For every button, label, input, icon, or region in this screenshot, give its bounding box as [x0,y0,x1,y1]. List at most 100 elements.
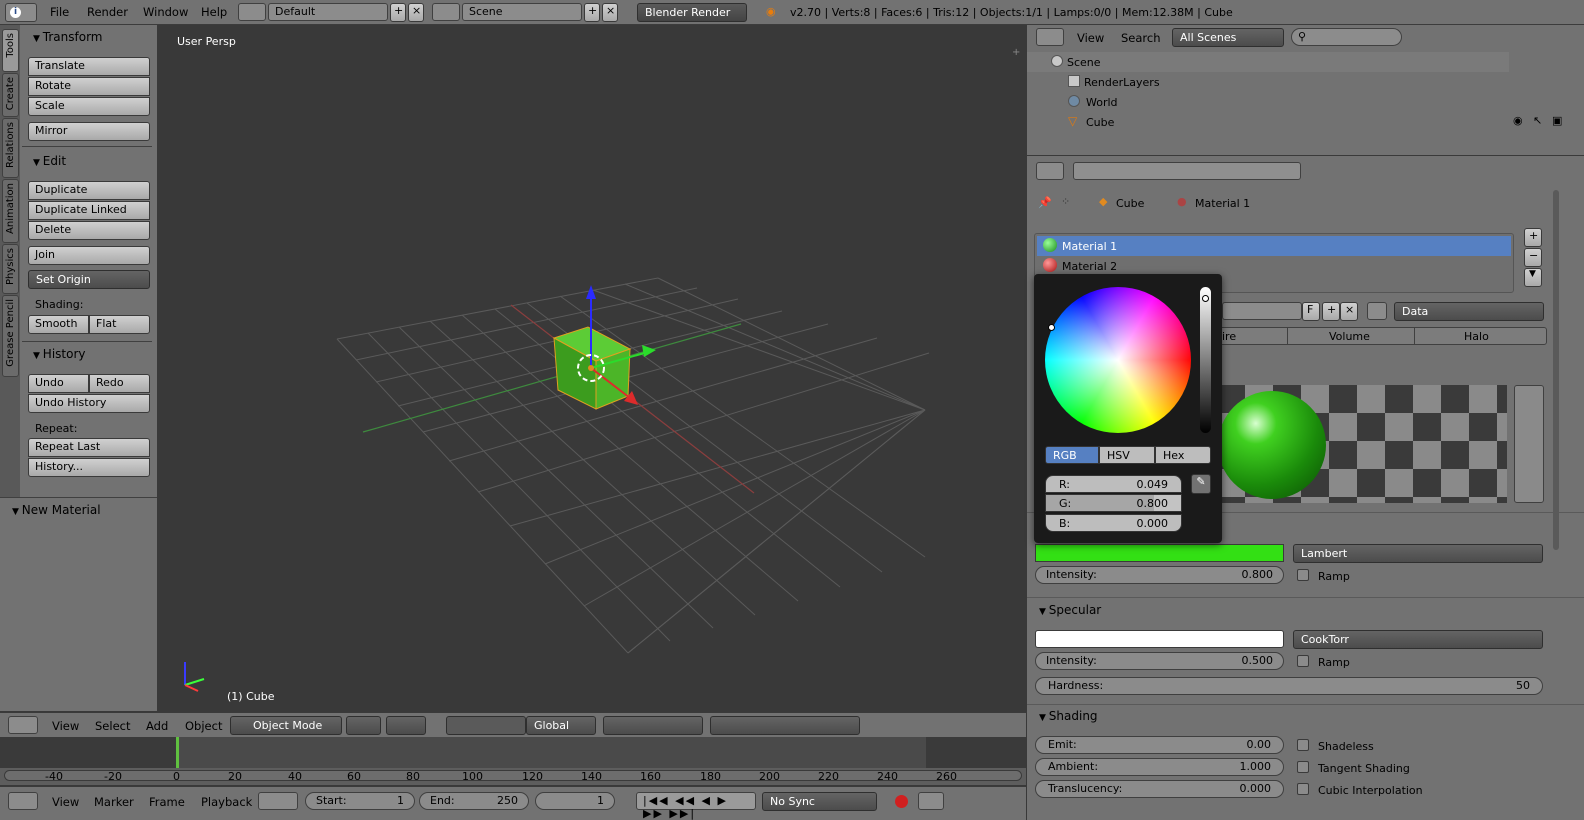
r-slider[interactable]: R: 0.049 [1045,475,1182,493]
editor-type-button[interactable] [8,716,38,734]
browse-button[interactable] [1367,302,1387,320]
breadcrumb-material[interactable]: Material 1 [1195,197,1250,210]
diffuse-color-swatch[interactable] [1035,544,1284,562]
hardness-slider[interactable]: Hardness: 50 [1035,677,1543,695]
outliner-item-world[interactable]: World [1086,96,1118,109]
eyedropper-icon[interactable]: ✎ [1191,474,1211,494]
undo-history-button[interactable]: Undo History [28,394,150,413]
translucency-slider[interactable]: Translucency: 0.000 [1035,780,1284,798]
camera-render-icon[interactable]: ▣ [1552,114,1562,127]
remove-scene-button[interactable]: × [602,3,618,22]
menu-help[interactable]: Help [201,5,227,19]
menu-playback[interactable]: Playback [201,795,252,809]
history-list-button[interactable]: History... [28,458,150,477]
expand-icon[interactable]: + [1012,47,1020,58]
timeline-scrollbar[interactable] [4,770,1022,781]
scrollbar[interactable] [1553,190,1559,550]
snap-controls[interactable] [710,716,860,735]
manipulator-buttons[interactable] [446,716,526,735]
g-slider[interactable]: G: 0.800 [1045,494,1182,512]
smooth-button[interactable]: Smooth [28,315,89,334]
menu-view[interactable]: View [52,795,79,809]
scene-field[interactable]: Scene [462,3,582,21]
cursor-select-icon[interactable]: ↖ [1533,114,1542,127]
outliner-item-renderlayers[interactable]: RenderLayers [1084,76,1160,89]
3d-viewport[interactable]: User Persp (1) Cube + [158,25,1026,711]
outliner-item-cube[interactable]: Cube [1086,116,1114,129]
edit-panel-header[interactable]: ▼ Edit [33,154,66,168]
halo-tab[interactable]: Halo [1464,330,1489,343]
fake-user-button[interactable]: F [1302,302,1320,321]
diffuse-ramp-checkbox[interactable] [1297,569,1309,581]
menu-marker[interactable]: Marker [94,795,134,809]
tab-create[interactable]: Create [2,73,19,117]
new-material-panel-header[interactable]: ▼ New Material [12,503,101,517]
breadcrumb-cube[interactable]: Cube [1116,197,1144,210]
orientation-dropdown[interactable]: Global [526,716,596,735]
layout-selector-icon[interactable] [238,3,266,21]
unlink-material-button[interactable]: × [1340,302,1358,321]
add-layout-button[interactable]: + [390,3,406,22]
specular-color-swatch[interactable] [1035,630,1284,648]
volume-tab[interactable]: Volume [1329,330,1370,343]
emit-slider[interactable]: Emit: 0.00 [1035,736,1284,754]
search-input[interactable]: ⚲ [1291,28,1402,46]
editor-type-button[interactable] [1036,162,1064,180]
start-frame-field[interactable]: Start: 1 [305,792,415,810]
set-origin-dropdown[interactable]: Set Origin [28,270,150,289]
hex-tab[interactable]: Hex [1155,446,1211,464]
repeat-last-button[interactable]: Repeat Last [28,438,150,457]
menu-select[interactable]: Select [95,719,130,733]
undo-button[interactable]: Undo [28,374,89,393]
editor-type-button[interactable]: i [5,3,37,22]
tab-animation[interactable]: Animation [2,179,19,243]
transform-panel-header[interactable]: ▼ Transform [33,30,103,44]
slot-menu-button[interactable]: ▼ [1524,268,1542,287]
material-name-field[interactable] [1222,302,1302,320]
cubic-interpolation-checkbox[interactable] [1297,783,1309,795]
redo-button[interactable]: Redo [89,374,150,393]
b-slider[interactable]: B: 0.000 [1045,514,1182,532]
shading-panel-header[interactable]: ▼ Shading [1039,709,1098,723]
render-engine-dropdown[interactable]: Blender Render [637,3,747,22]
duplicate-linked-button[interactable]: Duplicate Linked [28,201,150,220]
layout-field[interactable]: Default [268,3,388,21]
rotate-button[interactable]: Rotate [28,77,150,96]
menu-add[interactable]: Add [146,719,168,733]
menu-view[interactable]: View [52,719,79,733]
delete-button[interactable]: Delete [28,221,150,240]
link-dropdown[interactable]: Data [1394,302,1544,321]
ambient-slider[interactable]: Ambient: 1.000 [1035,758,1284,776]
shading-dropdown[interactable] [346,716,381,735]
preview-range-buttons[interactable] [258,792,298,810]
editor-type-button[interactable] [8,792,38,810]
menu-frame[interactable]: Frame [149,795,185,809]
flat-button[interactable]: Flat [89,315,150,334]
menu-object[interactable]: Object [185,719,222,733]
tangent-shading-checkbox[interactable] [1297,761,1309,773]
pivot-dropdown[interactable] [386,716,426,735]
specular-panel-header[interactable]: ▼ Specular [1039,603,1101,617]
record-icon[interactable] [895,795,908,808]
color-wheel[interactable] [1045,287,1191,433]
playback-controls[interactable]: |◀◀ ◀◀ ◀ ▶ ▶▶ ▶▶| [636,792,756,820]
value-slider-handle[interactable] [1202,295,1209,302]
specular-intensity-slider[interactable]: Intensity: 0.500 [1035,652,1284,670]
display-mode-dropdown[interactable]: All Scenes [1172,28,1284,47]
add-scene-button[interactable]: + [584,3,600,22]
menu-view[interactable]: View [1077,31,1104,45]
tab-grease-pencil[interactable]: Grease Pencil [2,295,19,377]
specular-ramp-checkbox[interactable] [1297,655,1309,667]
remove-slot-button[interactable]: − [1524,248,1542,267]
diffuse-shader-dropdown[interactable]: Lambert [1293,544,1543,563]
mode-dropdown[interactable]: Object Mode [230,716,342,735]
menu-window[interactable]: Window [143,5,188,19]
keying-set-button[interactable] [918,792,944,810]
wheel-cursor[interactable] [1048,324,1055,331]
remove-layout-button[interactable]: × [408,3,424,22]
new-material-button[interactable]: + [1322,302,1340,321]
eye-icon[interactable]: ◉ [1513,114,1523,127]
scene-selector-icon[interactable] [432,3,460,21]
preview-type-buttons[interactable] [1514,385,1544,503]
editor-type-button[interactable] [1036,28,1064,46]
